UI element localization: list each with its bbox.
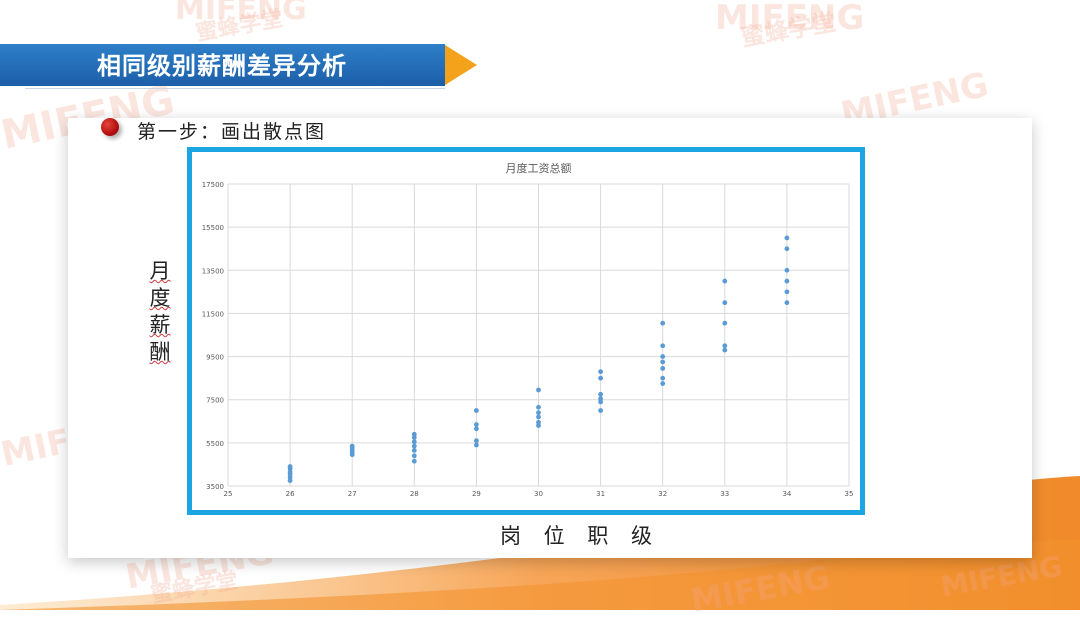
y-tick-label: 7500 — [206, 397, 224, 405]
data-point — [598, 375, 603, 381]
data-point — [660, 343, 666, 349]
y-axis-title-char: 度 — [149, 286, 171, 310]
data-point — [598, 408, 603, 413]
chart-title: 月度工资总额 — [506, 161, 572, 175]
x-tick-label: 34 — [782, 490, 791, 498]
data-point — [660, 354, 666, 359]
title-arrow-icon — [445, 45, 477, 85]
x-axis-title: 岗 位 职 级 — [500, 524, 661, 548]
data-point — [411, 431, 417, 437]
data-point — [474, 442, 479, 448]
data-point — [287, 464, 293, 469]
data-point — [349, 443, 355, 449]
x-tick-label: 32 — [658, 490, 667, 498]
x-tick-label: 33 — [720, 490, 729, 498]
data-point — [536, 414, 541, 420]
y-tick-label: 13500 — [202, 267, 224, 275]
data-point — [722, 347, 728, 353]
y-axis-title-char: 薪 — [149, 313, 171, 337]
data-point — [660, 381, 666, 386]
data-point — [411, 453, 417, 459]
data-point — [536, 387, 541, 393]
x-tick-label: 35 — [845, 490, 854, 498]
title-divider — [25, 88, 445, 89]
x-tick-label: 31 — [596, 490, 605, 498]
data-point — [598, 396, 603, 402]
x-tick-label: 28 — [410, 490, 419, 498]
x-tick-label: 27 — [348, 490, 357, 498]
data-point — [411, 439, 417, 445]
data-point — [722, 343, 728, 349]
step-bullet-icon — [101, 118, 119, 136]
step-label: 第一步：画出散点图 — [137, 121, 327, 143]
data-point — [784, 235, 790, 241]
scatter-chart: 月度工资总额 3500 5500 7500 9500 11500 13500 15500 175… — [202, 161, 854, 498]
data-point — [722, 320, 728, 326]
data-point — [784, 300, 790, 306]
data-point — [784, 246, 790, 252]
data-point — [722, 300, 728, 306]
y-tick-label: 11500 — [202, 310, 224, 318]
data-point — [536, 419, 541, 425]
data-point — [474, 408, 479, 413]
y-axis-title: 月 度 薪 酬 — [148, 258, 172, 366]
x-tick-label: 25 — [224, 490, 233, 498]
data-point — [411, 458, 417, 464]
data-point — [784, 267, 790, 273]
data-point — [784, 289, 790, 295]
page-title: 相同级别薪酬差异分析 — [97, 51, 347, 80]
x-tick-label: 29 — [472, 490, 481, 498]
x-tick-label: 26 — [286, 490, 295, 498]
y-axis-title-char: 月 — [149, 259, 171, 283]
y-tick-label: 9500 — [206, 354, 224, 362]
y-tick-label: 15500 — [202, 224, 224, 232]
data-point — [536, 404, 541, 410]
x-tick-label: 30 — [534, 490, 543, 498]
data-point — [722, 278, 728, 284]
data-point — [474, 422, 479, 427]
data-point — [660, 375, 666, 381]
data-point — [784, 278, 790, 284]
y-tick-label: 5500 — [206, 440, 224, 448]
data-point — [660, 320, 666, 326]
data-point — [474, 438, 479, 444]
data-point — [598, 369, 603, 375]
y-axis-title-char: 酬 — [149, 340, 171, 364]
data-point — [474, 426, 479, 432]
y-tick-label: 3500 — [206, 483, 224, 491]
data-point — [411, 448, 417, 453]
data-point — [660, 366, 666, 371]
data-point — [660, 359, 666, 365]
data-point — [598, 391, 603, 397]
y-tick-label: 17500 — [202, 181, 224, 189]
chart-frame: 月度工资总额 3500 5500 7500 9500 11500 13500 15500 175… — [187, 147, 865, 515]
data-point — [536, 410, 541, 416]
data-point — [411, 443, 417, 449]
